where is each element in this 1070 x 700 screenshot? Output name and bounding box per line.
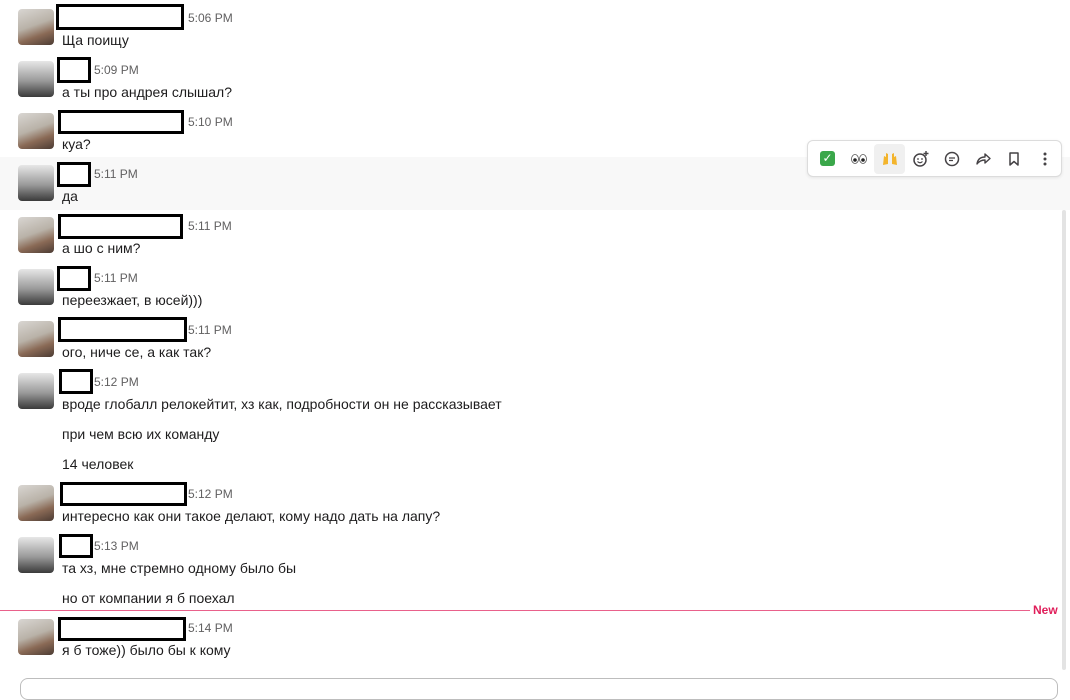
avatar[interactable]	[18, 619, 54, 655]
message-text: переезжает, в юсей)))	[62, 292, 203, 308]
eyes-reaction-icon[interactable]	[843, 144, 874, 174]
raised-hands-reaction-icon[interactable]	[874, 143, 906, 174]
message-timestamp[interactable]: 5:10 PM	[188, 115, 233, 129]
message-text: но от компании я б поехал	[62, 590, 235, 606]
avatar[interactable]	[18, 373, 54, 409]
message-text: интересно как они такое делают, кому над…	[62, 508, 441, 524]
message-row[interactable]: 5:14 PM я б тоже)) было бы к кому	[0, 614, 1070, 670]
message-text: та хз, мне стремно одному было бы	[62, 560, 297, 576]
message-text: Ща поищу	[62, 32, 129, 48]
message-timestamp[interactable]: 5:11 PM	[188, 323, 232, 337]
avatar[interactable]	[18, 9, 54, 45]
message-row[interactable]: 5:12 PM интересно как они такое делают, …	[0, 480, 1070, 532]
check-reaction-icon[interactable]: ✓	[812, 144, 843, 174]
avatar[interactable]	[18, 61, 54, 97]
message-timestamp[interactable]: 5:12 PM	[188, 487, 233, 501]
message-timestamp[interactable]: 5:06 PM	[188, 11, 233, 25]
message-row[interactable]: 5:11 PM переезжает, в юсей)))	[0, 262, 1070, 314]
message-text: да	[62, 188, 78, 204]
message-row[interactable]: 5:06 PM Ща поищу	[0, 0, 1070, 52]
redacted-username	[59, 369, 93, 394]
new-messages-divider	[0, 610, 1030, 611]
message-timestamp[interactable]: 5:14 PM	[188, 621, 233, 635]
message-timestamp[interactable]: 5:11 PM	[188, 219, 232, 233]
message-row[interactable]: 5:11 PM ого, ниче се, а как так?	[0, 314, 1070, 366]
redacted-username	[58, 317, 187, 342]
message-text: вроде глобалл релокейтит, хз как, подроб…	[62, 396, 502, 412]
message-text: при чем всю их команду	[62, 426, 220, 442]
reply-thread-icon[interactable]	[937, 144, 968, 174]
message-row[interactable]: 5:11 PM а шо с ним?	[0, 210, 1070, 262]
message-timestamp[interactable]: 5:11 PM	[94, 167, 138, 181]
message-composer[interactable]	[20, 678, 1058, 700]
message-text: я б тоже)) было бы к кому	[62, 642, 231, 658]
message-text: ого, ниче се, а как так?	[62, 344, 212, 360]
message-timestamp[interactable]: 5:13 PM	[94, 539, 139, 553]
redacted-username	[57, 57, 91, 83]
add-reaction-icon[interactable]	[905, 144, 936, 174]
redacted-username	[57, 266, 91, 291]
redacted-username	[58, 110, 184, 134]
message-text: а шо с ним?	[62, 240, 141, 256]
message-row[interactable]: 5:12 PM вроде глобалл релокейтит, хз как…	[0, 366, 1070, 480]
message-row[interactable]: 5:13 PM та хз, мне стремно одному было б…	[0, 532, 1070, 608]
redacted-username	[60, 482, 187, 506]
avatar[interactable]	[18, 537, 54, 573]
avatar[interactable]	[18, 485, 54, 521]
redacted-username	[57, 162, 91, 187]
message-text: куа?	[62, 136, 91, 152]
avatar[interactable]	[18, 165, 54, 201]
message-timestamp[interactable]: 5:12 PM	[94, 375, 139, 389]
scrollbar[interactable]	[1062, 210, 1066, 670]
avatar[interactable]	[18, 113, 54, 149]
message-timestamp[interactable]: 5:11 PM	[94, 271, 138, 285]
redacted-username	[59, 534, 93, 558]
avatar[interactable]	[18, 217, 54, 253]
avatar[interactable]	[18, 321, 54, 357]
message-row[interactable]: 5:09 PM а ты про андрея слышал?	[0, 52, 1070, 104]
bookmark-icon[interactable]	[999, 144, 1030, 174]
redacted-username	[58, 214, 183, 239]
message-text: 14 человек	[62, 456, 134, 472]
avatar[interactable]	[18, 269, 54, 305]
more-actions-icon[interactable]	[1030, 144, 1061, 174]
message-actions-toolbar: ✓	[807, 140, 1062, 177]
message-text: а ты про андрея слышал?	[62, 84, 233, 100]
redacted-username	[58, 617, 186, 641]
message-timestamp[interactable]: 5:09 PM	[94, 63, 139, 77]
redacted-username	[56, 4, 184, 30]
forward-icon[interactable]	[968, 144, 999, 174]
